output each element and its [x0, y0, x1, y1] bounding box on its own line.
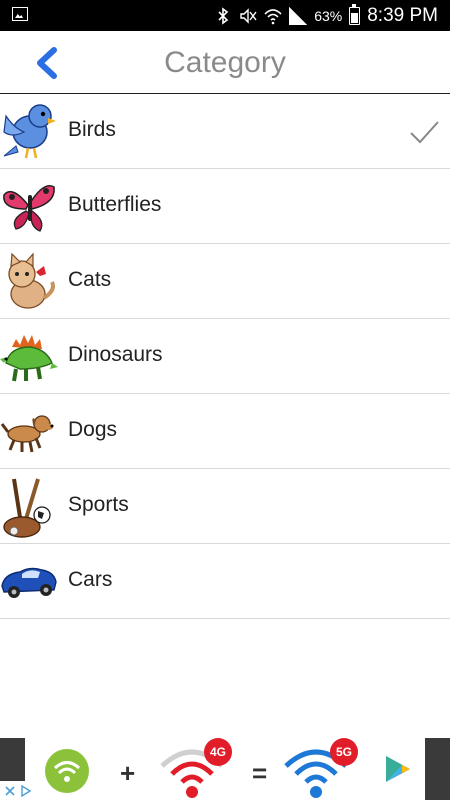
- butterfly-icon: [0, 173, 58, 239]
- sports-icon: [0, 473, 58, 539]
- list-item-dogs[interactable]: Dogs: [0, 394, 450, 469]
- ad-choices-icon[interactable]: [0, 781, 38, 800]
- list-item-label: Birds: [68, 118, 116, 141]
- battery-icon: [349, 4, 361, 25]
- badge-4g: 4G: [204, 738, 232, 766]
- signal-icon: [289, 7, 308, 25]
- app-header: Category: [0, 31, 450, 93]
- play-store-icon[interactable]: [384, 754, 412, 784]
- list-item-birds[interactable]: Birds: [0, 94, 450, 169]
- list-item-label: Butterflies: [68, 193, 162, 216]
- wifi-icon: [264, 9, 282, 25]
- ad-plus: +: [120, 758, 136, 788]
- list-item-label: Dogs: [68, 418, 118, 441]
- category-list: Birds Butterflies Cats Dinosaurs Dogs Sp…: [0, 94, 450, 619]
- page-title: Category: [164, 46, 286, 79]
- ad-equals: =: [252, 758, 268, 788]
- ad-banner[interactable]: + 4G = 5G: [0, 738, 450, 800]
- status-icons: 63% 8:39 PM: [214, 4, 438, 28]
- cat-icon: [0, 248, 58, 314]
- bird-icon: [0, 98, 58, 164]
- ad-side-panel: [425, 738, 450, 800]
- bluetooth-icon: [218, 7, 229, 25]
- list-item-dinosaurs[interactable]: Dinosaurs: [0, 319, 450, 394]
- mute-icon: [240, 8, 257, 24]
- wifi-app-icon: [45, 749, 89, 793]
- dog-icon: [0, 398, 58, 464]
- checkmark-icon: [410, 121, 439, 144]
- clock: 8:39 PM: [367, 5, 438, 26]
- status-bar: 63% 8:39 PM: [0, 0, 450, 31]
- list-item-cars[interactable]: Cars: [0, 544, 450, 619]
- badge-5g: 5G: [330, 738, 358, 766]
- list-item-label: Cats: [68, 268, 112, 291]
- list-item-label: Cars: [68, 568, 113, 591]
- battery-percent: 63%: [314, 8, 343, 24]
- dinosaur-icon: [0, 323, 58, 389]
- list-item-cats[interactable]: Cats: [0, 244, 450, 319]
- list-item-butterflies[interactable]: Butterflies: [0, 169, 450, 244]
- image-icon: [12, 7, 28, 21]
- car-icon: [0, 548, 58, 614]
- list-item-label: Dinosaurs: [68, 343, 163, 366]
- list-item-label: Sports: [68, 493, 129, 516]
- list-item-sports[interactable]: Sports: [0, 469, 450, 544]
